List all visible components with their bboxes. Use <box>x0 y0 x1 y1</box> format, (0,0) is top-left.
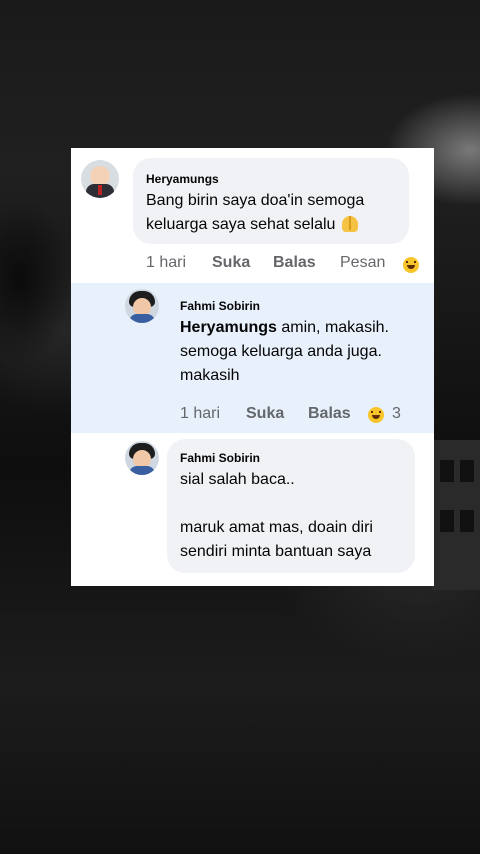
laughing-reaction-icon[interactable] <box>368 407 384 423</box>
avatar-fahmi-sobirin[interactable] <box>125 441 159 475</box>
comment-timestamp: 1 hari <box>146 254 187 271</box>
reply-author[interactable]: Fahmi Sobirin <box>180 299 260 313</box>
avatar-heryamungs[interactable] <box>81 160 119 198</box>
reply-timestamp: 1 hari <box>180 405 221 422</box>
laughing-reaction-icon[interactable] <box>403 257 419 273</box>
comment-1: Heryamungs Bang birin saya doa'in semoga… <box>71 148 434 284</box>
reply-2: Fahmi Sobirin sial salah baca.. maruk am… <box>71 433 434 586</box>
like-button[interactable]: Suka <box>212 254 250 272</box>
reply-button[interactable]: Balas <box>308 405 351 423</box>
background-tree <box>0 170 78 400</box>
comment-text: Bang birin saya doa'in semoga keluarga s… <box>146 192 365 233</box>
background-building <box>432 440 480 590</box>
comment-thread-screenshot: Heryamungs Bang birin saya doa'in semoga… <box>71 148 434 586</box>
praying-hands-emoji-icon <box>340 214 360 232</box>
comment-actions: 1 hari Suka Balas Pesan <box>146 254 434 274</box>
reply-1: Fahmi Sobirin Heryamungs amin, makasih. … <box>71 283 434 433</box>
reply-text: sial salah baca.. maruk amat mas, doain … <box>180 471 373 560</box>
comment-author[interactable]: Heryamungs <box>146 172 219 186</box>
reply-author[interactable]: Fahmi Sobirin <box>180 451 260 465</box>
message-button[interactable]: Pesan <box>340 254 385 272</box>
reply-text: Heryamungs amin, makasih. semoga keluarg… <box>180 319 389 384</box>
avatar-fahmi-sobirin[interactable] <box>125 289 159 323</box>
background-road <box>0 610 480 840</box>
reaction-count[interactable]: 3 <box>392 405 401 423</box>
like-button[interactable]: Suka <box>246 405 284 423</box>
reply-actions: 1 hari Suka Balas 3 <box>180 405 420 425</box>
mention-link[interactable]: Heryamungs <box>180 319 277 336</box>
reply-button[interactable]: Balas <box>273 254 316 272</box>
